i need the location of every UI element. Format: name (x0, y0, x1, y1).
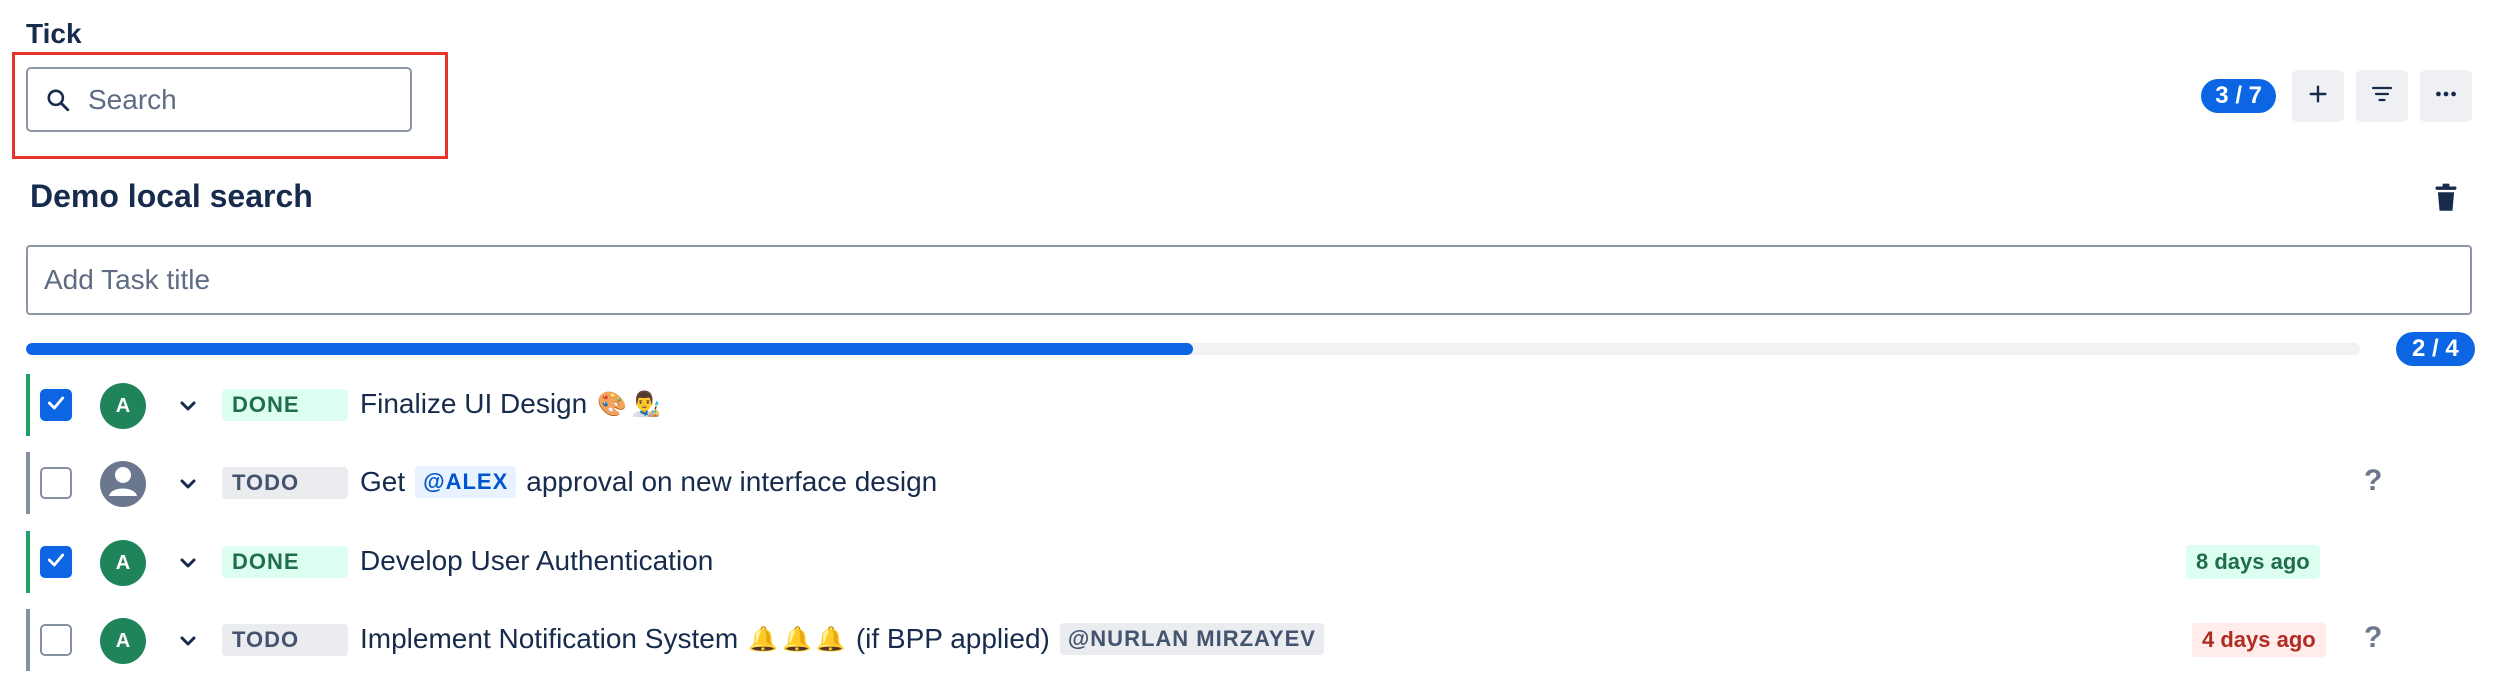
filter-icon (2370, 82, 2394, 111)
task-row: A TODO Implement Notification System 🔔 🔔… (26, 609, 2472, 671)
bell-emoji: 🔔 (782, 625, 812, 653)
list-title: Demo local search (30, 178, 313, 214)
chevron-down-icon (176, 401, 200, 422)
delete-list-button[interactable] (2426, 180, 2466, 220)
task-count-badge: 3 / 7 (2201, 79, 2276, 113)
check-icon (46, 393, 66, 418)
more-horizontal-icon (2433, 81, 2459, 112)
task-title-text: approval on new interface design (526, 466, 938, 497)
progress-count-badge: 2 / 4 (2396, 332, 2475, 366)
due-date-badge[interactable]: 8 days ago (2186, 545, 2320, 579)
trash-icon (2432, 183, 2460, 218)
add-task-input[interactable] (44, 264, 2470, 296)
task-checkbox[interactable] (40, 546, 72, 578)
expand-task-button[interactable] (176, 394, 200, 418)
search-input[interactable] (88, 83, 388, 116)
help-button[interactable]: ? (2364, 464, 2382, 498)
expand-task-button[interactable] (176, 629, 200, 653)
status-stripe (26, 609, 30, 671)
progress-bar-fill (26, 343, 1193, 355)
task-checkbox[interactable] (40, 467, 72, 499)
expand-task-button[interactable] (176, 472, 200, 496)
bell-emoji: 🔔 (815, 625, 846, 653)
chevron-down-icon (176, 479, 200, 500)
mention-tag[interactable]: @NURLAN MIRZAYEV (1059, 623, 1324, 655)
add-list-button[interactable] (2292, 70, 2344, 122)
status-badge[interactable]: DONE (222, 389, 348, 421)
task-row: A DONE Finalize UI Design 🎨 👨‍🎨 (26, 374, 2472, 436)
status-badge[interactable]: DONE (222, 546, 348, 578)
avatar[interactable]: A (100, 540, 146, 586)
avatar[interactable]: A (100, 383, 146, 429)
search-field[interactable] (26, 67, 412, 132)
task-title-text: Get (360, 466, 406, 497)
avatar[interactable] (100, 461, 146, 507)
check-icon (46, 550, 66, 575)
due-date-badge[interactable]: 4 days ago (2192, 623, 2326, 657)
expand-task-button[interactable] (176, 551, 200, 575)
app-title: Tick (26, 18, 82, 49)
artist-emoji: 👨‍🎨 (631, 390, 661, 418)
status-stripe (26, 374, 30, 436)
status-stripe (26, 452, 30, 514)
help-button[interactable]: ? (2364, 621, 2382, 655)
status-badge[interactable]: TODO (222, 624, 348, 656)
add-task-field[interactable] (26, 245, 2472, 315)
task-title-text: Develop User Authentication (360, 545, 714, 576)
palette-emoji: 🎨 (597, 390, 628, 418)
status-stripe (26, 531, 30, 593)
user-icon (100, 458, 146, 510)
task-row: TODO Get @ALEX approval on new interface… (26, 452, 2472, 514)
chevron-down-icon (176, 558, 200, 579)
task-title-text: Finalize UI Design (360, 388, 588, 419)
task-row: A DONE Develop User Authentication 8 day… (26, 531, 2472, 593)
toolbar: 3 / 7 (2201, 70, 2494, 122)
mention-tag[interactable]: @ALEX (415, 466, 517, 498)
task-title-text: Implement Notification System (360, 623, 739, 654)
plus-icon (2307, 83, 2329, 110)
status-badge[interactable]: TODO (222, 467, 348, 499)
task-title[interactable]: Finalize UI Design 🎨 👨‍🎨 (360, 388, 665, 420)
chevron-down-icon (176, 636, 200, 657)
avatar[interactable]: A (100, 618, 146, 664)
task-title[interactable]: Develop User Authentication (360, 545, 723, 577)
task-checkbox[interactable] (40, 624, 72, 656)
task-title[interactable]: Implement Notification System 🔔 🔔 🔔 (if … (360, 623, 1334, 655)
progress-bar (26, 343, 2360, 355)
task-checkbox[interactable] (40, 389, 72, 421)
bell-emoji: 🔔 (748, 625, 779, 653)
more-options-button[interactable] (2420, 70, 2472, 122)
task-title[interactable]: Get @ALEX approval on new interface desi… (360, 466, 947, 498)
search-icon (28, 87, 88, 113)
filter-button[interactable] (2356, 70, 2408, 122)
task-title-text: (if BPP applied) (855, 623, 1050, 654)
